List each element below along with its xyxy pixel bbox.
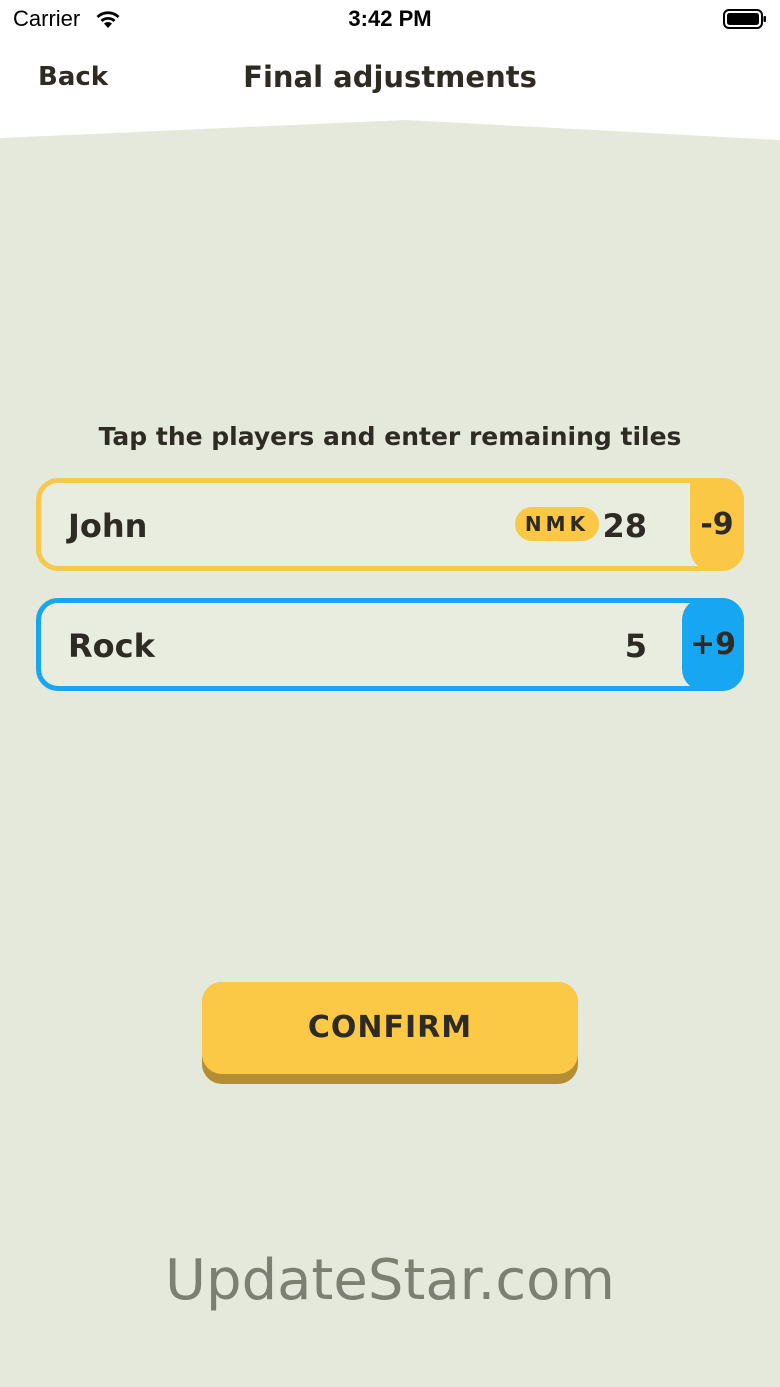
player-name: Rock [68, 627, 155, 665]
player-score-delta: -9 [690, 478, 744, 571]
confirm-button[interactable]: CONFIRM [202, 982, 578, 1084]
player-score-delta: +9 [682, 598, 744, 691]
player-badge: NMK [515, 507, 599, 541]
player-name: John [68, 507, 148, 545]
instructions-text: Tap the players and enter remaining tile… [98, 422, 682, 451]
status-time: 3:42 PM [348, 6, 432, 31]
player-row-john[interactable]: John NMK 28 -9 [36, 478, 744, 571]
status-bar: Carrier 3:42 PM [0, 0, 780, 40]
player-remaining-tiles: 28 [602, 507, 647, 545]
watermark: UpdateStar.com [165, 1248, 615, 1313]
page-title: Final adjustments [243, 60, 537, 94]
confirm-button-label: CONFIRM [202, 982, 578, 1074]
player-remaining-tiles: 5 [624, 627, 647, 665]
battery-full-icon [723, 9, 766, 29]
player-row-rock[interactable]: Rock 5 +9 [36, 598, 744, 691]
